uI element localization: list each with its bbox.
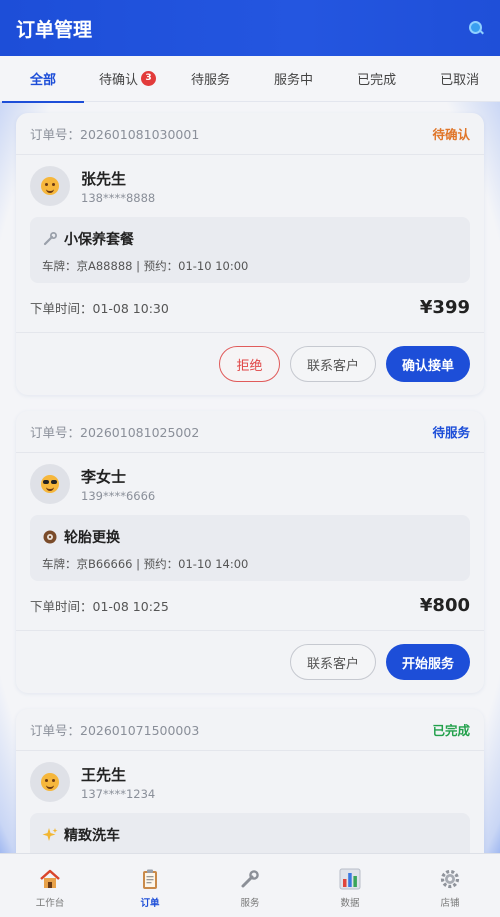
customer-phone: 138****8888 <box>81 190 156 205</box>
sparkles-icon <box>42 827 58 843</box>
nav-item-data[interactable]: 数据 <box>300 854 400 909</box>
order-number: 订单号：202601081025002 <box>30 425 200 440</box>
order-price: ¥800 <box>419 595 470 616</box>
contact-customer-button[interactable]: 联系客户 <box>290 346 376 382</box>
tab-label: 待服务 <box>191 73 231 88</box>
avatar <box>30 464 70 504</box>
status-tabs: 全部 待确认 3 待服务 服务中 已完成 已取消 <box>0 56 500 103</box>
confirm-order-button[interactable]: 确认接单 <box>386 346 470 382</box>
order-card[interactable]: 订单号：202601081030001 待确认 张先生 138****8888 … <box>16 113 484 395</box>
tire-icon <box>42 529 58 545</box>
service-detail: 车牌：京A88888 | 预约：01-10 10:00 <box>42 259 249 273</box>
service-title: 小保养套餐 <box>64 232 134 248</box>
status-badge: 待确认 <box>432 127 470 142</box>
count-badge: 3 <box>141 71 157 86</box>
nav-item-store[interactable]: 店铺 <box>400 854 500 909</box>
nav-label: 数据 <box>340 898 360 909</box>
contact-customer-button[interactable]: 联系客户 <box>290 644 376 680</box>
avatar <box>30 762 70 802</box>
avatar <box>30 166 70 206</box>
tab-all[interactable]: 全部 <box>1 56 85 103</box>
service-title: 轮胎更换 <box>64 530 120 546</box>
order-card-header: 订单号：202601081025002 待服务 <box>16 411 484 453</box>
nav-item-orders[interactable]: 订单 <box>100 854 200 909</box>
tab-cancelled[interactable]: 已取消 <box>440 56 479 102</box>
service-detail: 车牌：京B66666 | 预约：01-10 14:00 <box>42 557 249 571</box>
wrench-icon <box>42 231 58 247</box>
reject-button[interactable]: 拒绝 <box>219 346 280 382</box>
status-badge: 已完成 <box>432 723 470 738</box>
bar-chart-icon <box>339 868 361 890</box>
service-box: 小保养套餐 车牌：京A88888 | 预约：01-10 10:00 <box>30 217 470 283</box>
customer-name: 张先生 <box>81 169 127 188</box>
customer-info: 王先生 137****1234 <box>16 751 484 813</box>
tab-label: 待确认 <box>99 73 139 88</box>
smiley-face-icon <box>41 177 59 195</box>
tab-in-service[interactable]: 服务中 <box>274 56 313 102</box>
order-number: 订单号：202601081030001 <box>30 127 200 142</box>
order-time-row: 下单时间：01-08 10:25 ¥800 <box>16 581 484 631</box>
order-list[interactable]: 订单号：202601081030001 待确认 张先生 138****8888 … <box>0 102 500 853</box>
tab-label: 已取消 <box>440 73 480 88</box>
order-actions: 拒绝 联系客户 确认接单 <box>16 333 484 395</box>
bottom-nav: 工作台 订单 服务 数据 店铺 <box>0 853 500 917</box>
order-card[interactable]: 订单号：202601081025002 待服务 李女士 139****6666 … <box>16 411 484 693</box>
service-box: 轮胎更换 车牌：京B66666 | 预约：01-10 14:00 <box>30 515 470 581</box>
nav-label: 工作台 <box>35 898 65 909</box>
order-time-row: 下单时间：01-08 10:30 ¥399 <box>16 283 484 333</box>
customer-info: 张先生 138****8888 <box>16 155 484 217</box>
nav-item-workbench[interactable]: 工作台 <box>0 854 100 909</box>
status-badge: 待服务 <box>432 425 470 440</box>
tab-pending-confirm[interactable]: 待确认 3 <box>99 56 157 102</box>
order-number: 订单号：202601071500003 <box>30 723 200 738</box>
start-service-button[interactable]: 开始服务 <box>386 644 470 680</box>
nav-item-service[interactable]: 服务 <box>200 854 300 909</box>
tab-label: 全部 <box>30 73 57 88</box>
smiley-face-icon <box>41 773 59 791</box>
customer-name: 王先生 <box>81 765 127 784</box>
customer-info: 李女士 139****6666 <box>16 453 484 515</box>
search-icon[interactable] <box>468 20 484 36</box>
customer-name: 李女士 <box>81 467 127 486</box>
nav-label: 服务 <box>240 898 260 909</box>
order-time: 下单时间：01-08 10:25 <box>30 599 169 614</box>
order-card-header: 订单号：202601071500003 已完成 <box>16 709 484 751</box>
service-box: 精致洗车 <box>30 813 470 853</box>
customer-phone: 139****6666 <box>81 488 156 503</box>
clipboard-icon <box>139 868 161 890</box>
page-title: 订单管理 <box>16 18 93 41</box>
order-time: 下单时间：01-08 10:30 <box>30 301 169 316</box>
nav-label: 订单 <box>140 898 160 909</box>
service-title: 精致洗车 <box>64 828 120 844</box>
tab-completed[interactable]: 已完成 <box>357 56 396 102</box>
order-actions: 联系客户 开始服务 <box>16 631 484 693</box>
customer-phone: 137****1234 <box>81 786 156 801</box>
sunglasses-face-icon <box>41 475 59 493</box>
tab-label: 已完成 <box>357 73 397 88</box>
gear-icon <box>439 868 461 890</box>
wrench-icon <box>239 868 261 890</box>
order-card-header: 订单号：202601081030001 待确认 <box>16 113 484 155</box>
house-icon <box>39 868 61 890</box>
tab-label: 服务中 <box>274 73 314 88</box>
nav-label: 店铺 <box>440 898 460 909</box>
order-card[interactable]: 订单号：202601071500003 已完成 王先生 137****1234 … <box>16 709 484 853</box>
app-frame: 订单管理 全部 待确认 3 待服务 服务中 已完成 已取消 订单号：202601… <box>0 0 500 917</box>
order-price: ¥399 <box>419 297 470 318</box>
app-header: 订单管理 <box>0 0 500 56</box>
tab-pending-service[interactable]: 待服务 <box>191 56 230 102</box>
